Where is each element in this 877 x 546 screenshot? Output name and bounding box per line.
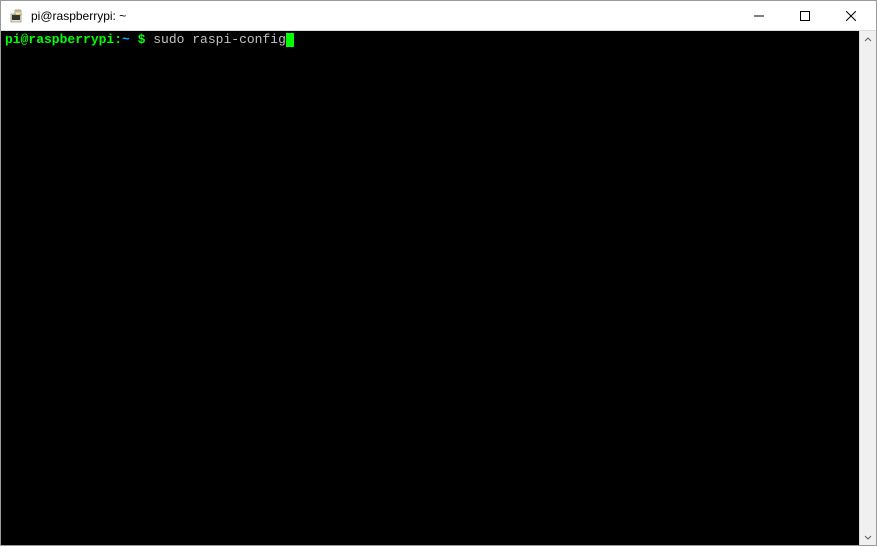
window-controls bbox=[736, 1, 874, 30]
close-icon bbox=[846, 11, 856, 21]
cursor bbox=[286, 33, 294, 47]
scroll-up-button[interactable] bbox=[860, 31, 876, 48]
scroll-down-button[interactable] bbox=[860, 528, 876, 545]
terminal-line: pi@raspberrypi:~ $ sudo raspi-config bbox=[5, 33, 855, 47]
client-area: pi@raspberrypi:~ $ sudo raspi-config bbox=[1, 31, 876, 545]
maximize-button[interactable] bbox=[782, 1, 828, 30]
prompt-separator: : bbox=[114, 32, 122, 47]
window-title: pi@raspberrypi: ~ bbox=[31, 9, 736, 23]
titlebar[interactable]: pi@raspberrypi: ~ bbox=[1, 1, 876, 31]
close-button[interactable] bbox=[828, 1, 874, 30]
command-text: sudo raspi-config bbox=[153, 32, 286, 47]
vertical-scrollbar[interactable] bbox=[859, 31, 876, 545]
minimize-icon bbox=[754, 11, 764, 21]
scroll-track[interactable] bbox=[860, 48, 876, 528]
minimize-button[interactable] bbox=[736, 1, 782, 30]
terminal-area[interactable]: pi@raspberrypi:~ $ sudo raspi-config bbox=[1, 31, 859, 545]
maximize-icon bbox=[800, 11, 810, 21]
chevron-down-icon bbox=[864, 533, 872, 541]
prompt-user-host: pi@raspberrypi bbox=[5, 32, 114, 47]
prompt-path: ~ bbox=[122, 32, 130, 47]
chevron-up-icon bbox=[864, 36, 872, 44]
putty-icon bbox=[9, 8, 25, 24]
prompt-symbol: $ bbox=[130, 32, 153, 47]
